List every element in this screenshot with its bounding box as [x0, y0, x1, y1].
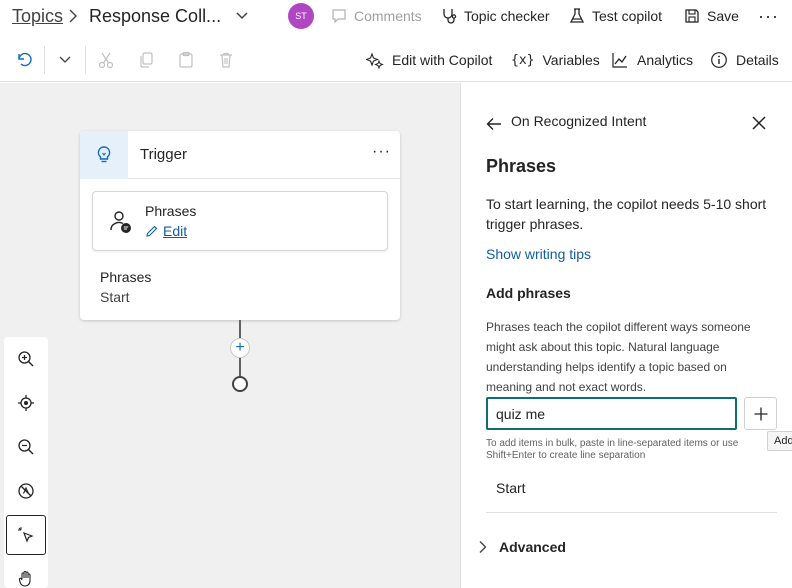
topic-checker-button[interactable]: Topic checker: [440, 4, 550, 28]
info-icon: [711, 52, 727, 68]
phrases-field-label: Phrases: [100, 269, 152, 285]
add-phrase-button[interactable]: [744, 397, 777, 430]
topic-name: Response Coll...: [89, 6, 222, 26]
chevron-down-icon[interactable]: [234, 8, 250, 24]
connector-line: [239, 320, 241, 338]
zoom-out-icon[interactable]: [6, 427, 46, 467]
pencil-icon: [146, 225, 158, 237]
canvas-zoom-controls: [4, 337, 48, 588]
variables-button[interactable]: {x} Variables: [511, 49, 600, 71]
end-node: [232, 376, 248, 392]
comments-label: Comments: [354, 8, 422, 24]
plus-icon: +: [235, 339, 245, 356]
avatar-initials: ST: [295, 11, 307, 21]
avatar[interactable]: ST: [288, 3, 314, 29]
phrase-list-item[interactable]: Start: [486, 473, 777, 513]
undo-icon[interactable]: [14, 50, 34, 70]
select-pointer-icon[interactable]: [6, 515, 46, 555]
details-button[interactable]: Details: [710, 49, 779, 71]
show-writing-tips-link[interactable]: Show writing tips: [486, 246, 591, 262]
edit-label: Edit: [163, 223, 188, 239]
chevron-right-icon: [66, 8, 80, 24]
test-copilot-button[interactable]: Test copilot: [568, 4, 662, 28]
beaker-icon: [569, 8, 585, 23]
phrase-item-text: Start: [496, 480, 526, 496]
delete-icon[interactable]: [216, 50, 236, 70]
cut-icon[interactable]: [96, 50, 116, 70]
comment-icon: [332, 9, 346, 24]
bulk-add-note: To add items in bulk, paste in line-sepa…: [486, 438, 739, 461]
add-phrases-heading: Add phrases: [486, 285, 571, 301]
zoom-in-icon[interactable]: [6, 339, 46, 379]
phrase-input[interactable]: [486, 397, 737, 430]
edit-phrases-link[interactable]: Edit: [145, 223, 187, 239]
test-copilot-label: Test copilot: [592, 8, 663, 24]
canvas-toolbar: Edit with Copilot {x} Variables Analytic…: [0, 38, 792, 82]
node-more-button[interactable]: ···: [372, 143, 391, 161]
chevron-down-icon[interactable]: [55, 50, 75, 70]
recenter-icon[interactable]: [6, 383, 46, 423]
variables-label: Variables: [542, 52, 600, 68]
save-icon: [685, 9, 699, 23]
properties-panel: On Recognized Intent Phrases To start le…: [460, 83, 792, 588]
copy-icon[interactable]: [136, 50, 156, 70]
trigger-node[interactable]: Trigger ··· Phrases Edit Phrases Start: [80, 131, 400, 320]
topic-checker-label: Topic checker: [464, 8, 550, 24]
advanced-label: Advanced: [499, 539, 566, 555]
back-arrow-icon[interactable]: [485, 115, 503, 133]
pan-hand-icon[interactable]: [6, 559, 46, 588]
paste-icon[interactable]: [176, 50, 196, 70]
advanced-section-toggle[interactable]: Advanced: [477, 539, 566, 555]
stethoscope-icon: [443, 9, 457, 24]
chevron-right-icon: [479, 541, 487, 553]
minimap-toggle-icon[interactable]: [6, 471, 46, 511]
add-phrases-help-text: Phrases teach the copilot different ways…: [486, 320, 751, 394]
edit-with-copilot-button[interactable]: Edit with Copilot: [366, 49, 492, 71]
edit-with-copilot-label: Edit with Copilot: [392, 52, 493, 68]
panel-header-title: On Recognized Intent: [511, 113, 647, 129]
phrases-card-title: Phrases: [145, 203, 197, 219]
trigger-title: Trigger: [140, 146, 187, 163]
phrases-card[interactable]: Phrases Edit: [92, 191, 388, 251]
panel-description: To start learning, the copilot needs 5-1…: [486, 196, 767, 232]
toolbar-divider: [85, 46, 86, 74]
lightbulb-icon: [80, 131, 128, 179]
add-tooltip: Add: [767, 431, 792, 451]
variables-icon: {x}: [511, 52, 535, 68]
add-node-button[interactable]: +: [230, 338, 250, 358]
toolbar-divider: [44, 46, 45, 74]
analytics-label: Analytics: [637, 52, 694, 68]
save-button[interactable]: Save: [683, 4, 739, 28]
top-header: Topics Response Coll... ST Comments Topi…: [0, 0, 792, 38]
save-label: Save: [707, 8, 739, 24]
authoring-canvas[interactable]: Trigger ··· Phrases Edit Phrases Start +: [0, 83, 460, 588]
chart-line-icon: [612, 53, 627, 68]
details-label: Details: [736, 52, 779, 68]
close-icon[interactable]: [751, 115, 767, 131]
breadcrumb-topics-link[interactable]: Topics: [12, 6, 63, 27]
panel-heading: Phrases: [486, 156, 557, 176]
plus-icon: [754, 407, 767, 420]
more-options-button[interactable]: ···: [758, 6, 779, 27]
comments-button[interactable]: Comments: [330, 4, 422, 28]
phrases-field-value: Start: [100, 289, 130, 305]
sparkle-icon: [366, 52, 384, 69]
trigger-node-header: Trigger ···: [80, 131, 400, 179]
connector-line: [239, 358, 241, 376]
analytics-button[interactable]: Analytics: [611, 49, 693, 71]
person-chat-icon: [107, 208, 135, 236]
